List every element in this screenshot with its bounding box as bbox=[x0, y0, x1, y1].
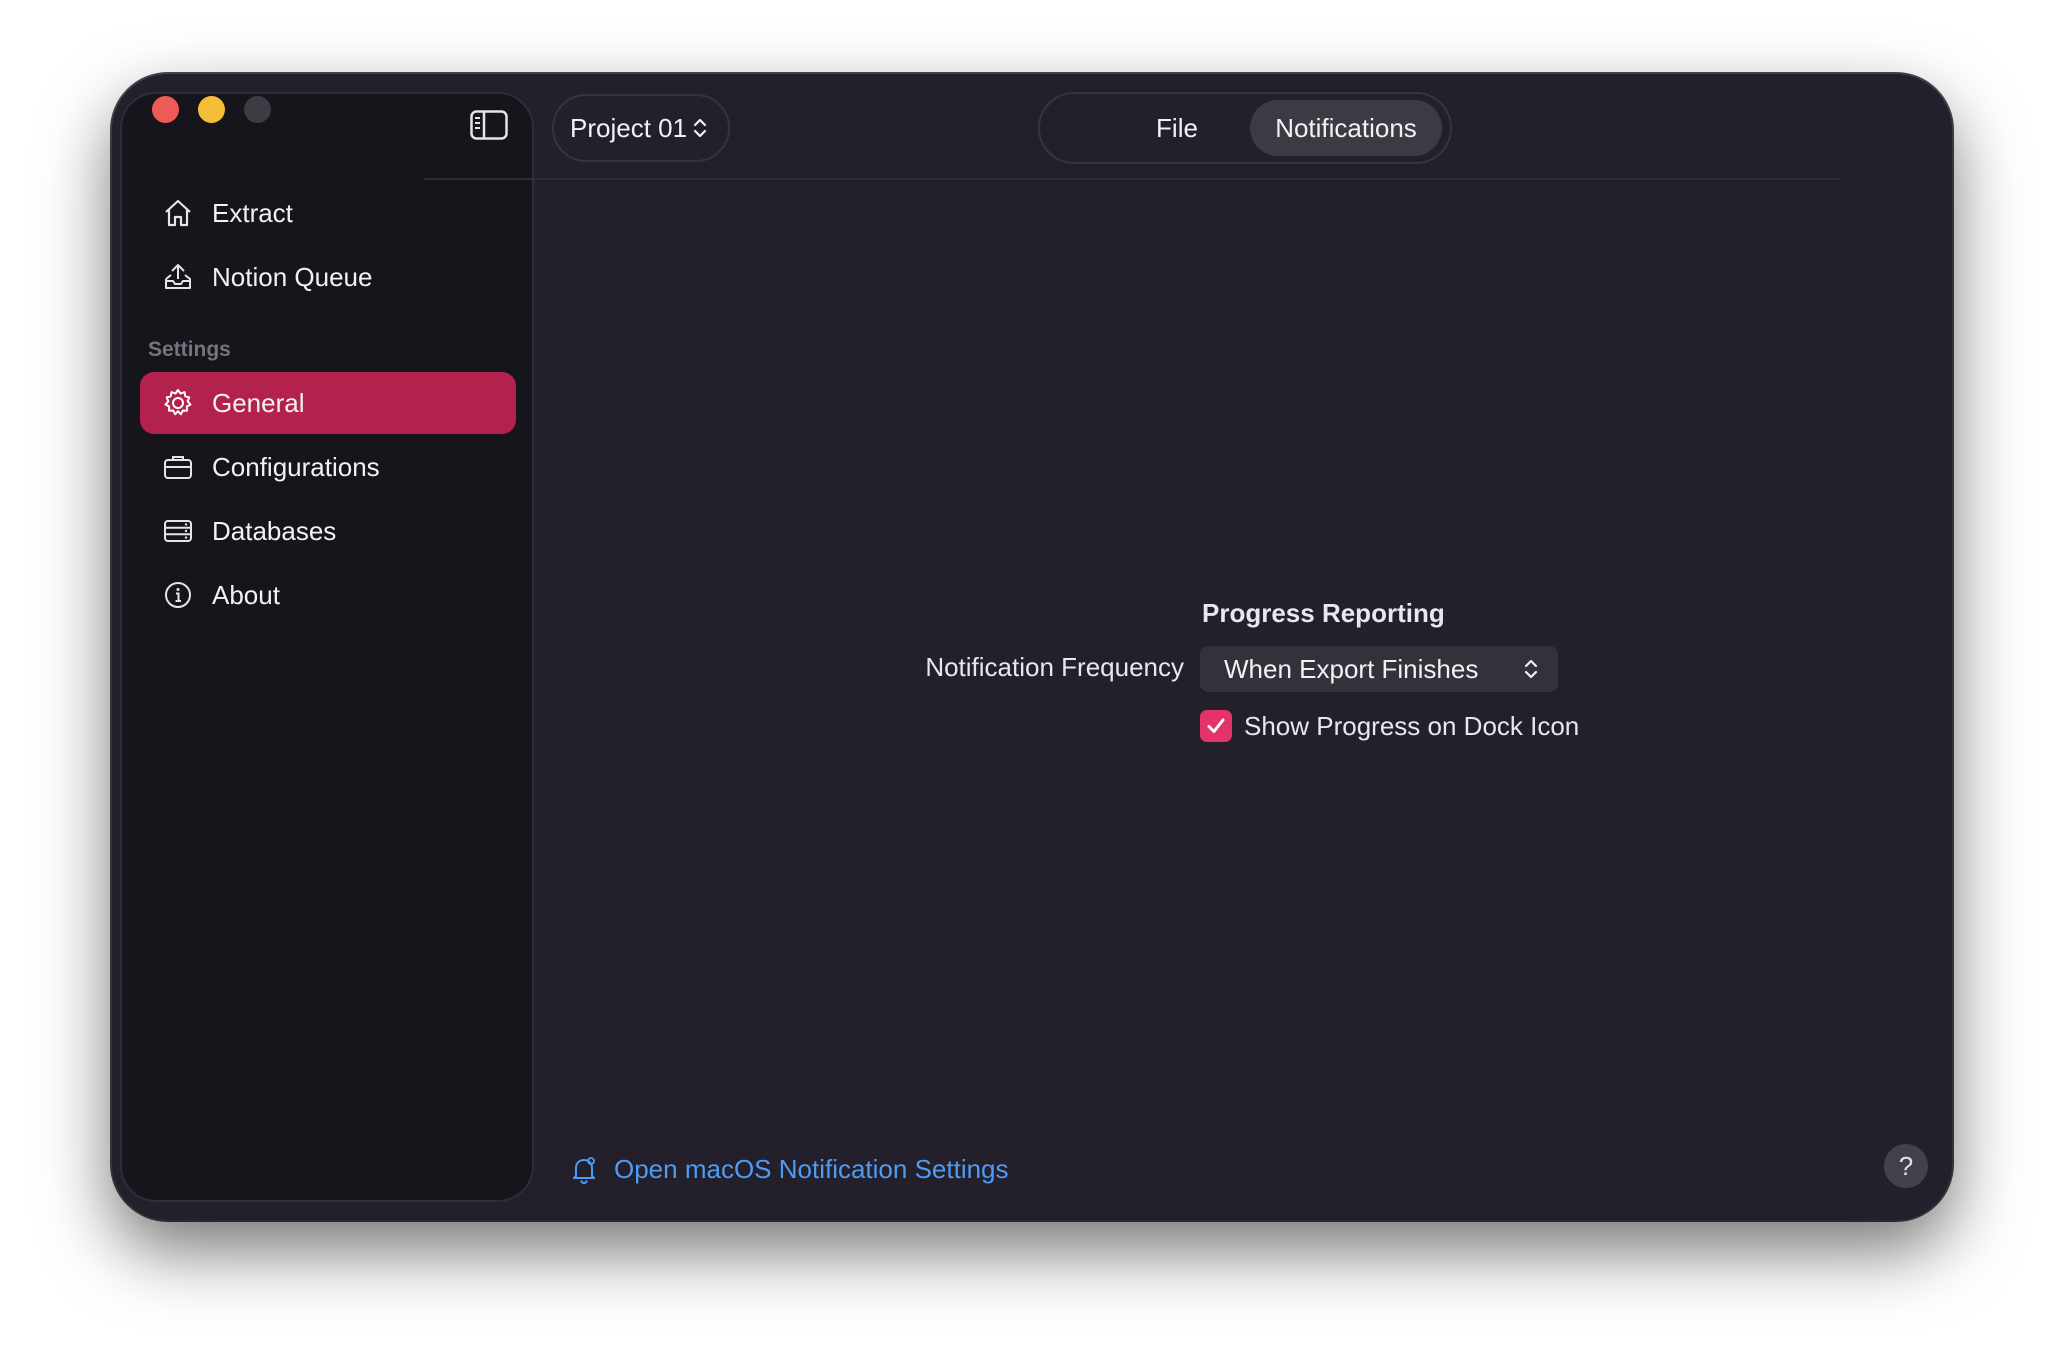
sidebar-item-label: Databases bbox=[212, 515, 337, 546]
bell-icon bbox=[573, 1156, 595, 1184]
chevron-up-down-icon bbox=[1524, 659, 1538, 679]
chevron-up-down-icon bbox=[693, 118, 707, 138]
sidebar-item-label: Notion Queue bbox=[212, 261, 373, 292]
section-title: Progress Reporting bbox=[1202, 598, 1445, 628]
sidebar-item-label: General bbox=[212, 387, 305, 418]
help-button[interactable]: ? bbox=[1884, 1144, 1928, 1188]
sidebar-item-notion-queue[interactable]: Notion Queue bbox=[140, 246, 516, 308]
briefcase-icon bbox=[162, 451, 194, 483]
notification-frequency-select[interactable]: When Export Finishes bbox=[1200, 646, 1558, 692]
notification-frequency-label: Notification Frequency bbox=[925, 652, 1184, 682]
notification-frequency-value: When Export Finishes bbox=[1224, 653, 1479, 684]
toolbar-divider bbox=[424, 178, 1840, 180]
sidebar-item-databases[interactable]: Databases bbox=[140, 500, 516, 562]
open-notification-settings-link[interactable]: Open macOS Notification Settings bbox=[570, 1154, 1009, 1185]
open-notification-settings-label: Open macOS Notification Settings bbox=[614, 1154, 1009, 1184]
sidebar-item-label: About bbox=[212, 579, 280, 610]
sidebar-item-extract[interactable]: Extract bbox=[140, 182, 516, 244]
project-picker[interactable]: Project 01 bbox=[552, 94, 730, 162]
sidebar-item-label: Configurations bbox=[212, 451, 380, 482]
sidebar-item-configurations[interactable]: Configurations bbox=[140, 436, 516, 498]
house-icon bbox=[162, 197, 194, 229]
checkmark-icon bbox=[1207, 718, 1225, 733]
dock-progress-option: Show Progress on Dock Icon bbox=[1200, 710, 1579, 742]
tab-notifications[interactable]: Notifications bbox=[1250, 100, 1442, 156]
project-picker-label: Project 01 bbox=[570, 112, 688, 143]
tray-upload-icon bbox=[162, 261, 194, 293]
dock-progress-label[interactable]: Show Progress on Dock Icon bbox=[1244, 711, 1579, 742]
dock-progress-checkbox[interactable] bbox=[1200, 710, 1232, 742]
sidebar-item-about[interactable]: About bbox=[140, 564, 516, 626]
sidebar-item-general[interactable]: General bbox=[140, 372, 516, 434]
gear-icon bbox=[162, 387, 194, 419]
info-icon bbox=[162, 579, 194, 611]
tab-file[interactable]: File bbox=[1104, 100, 1250, 156]
close-window-button[interactable] bbox=[152, 96, 179, 123]
server-icon bbox=[162, 515, 194, 547]
zoom-window-button[interactable] bbox=[244, 96, 271, 123]
sidebar-section-label: Settings bbox=[148, 338, 231, 361]
sidebar-item-label: Extract bbox=[212, 197, 293, 228]
minimize-window-button[interactable] bbox=[198, 96, 225, 123]
sidebar-toggle-icon[interactable] bbox=[470, 110, 508, 140]
tab-bar: File Notifications bbox=[1038, 92, 1452, 164]
